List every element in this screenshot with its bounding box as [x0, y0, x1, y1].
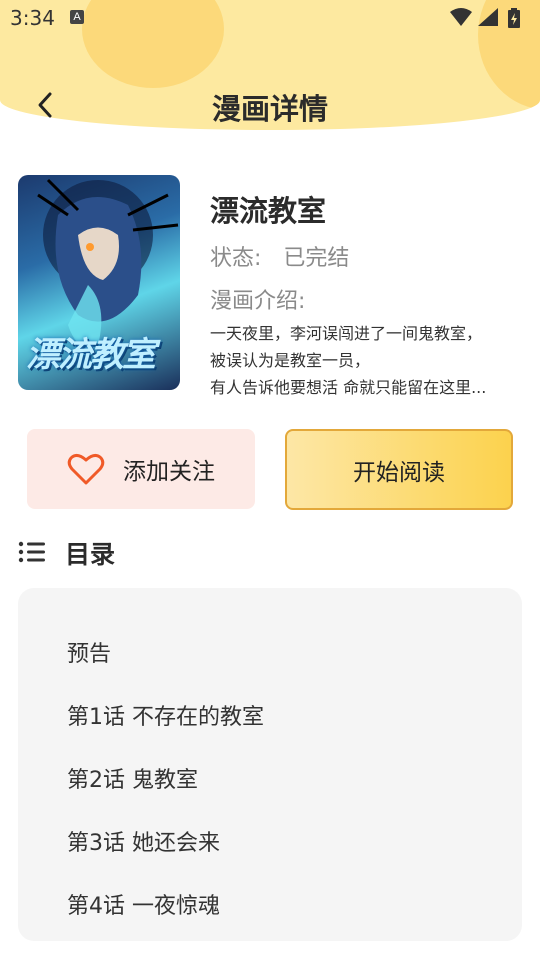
cover-title: 漂流教室 [26, 335, 156, 375]
catalog-title: 目录 [65, 540, 116, 569]
page-title: 漫画详情 [211, 92, 328, 126]
status-bar: 3:34 A [0, 0, 540, 36]
chapter-list: 预告 第1话 不存在的教室 第2话 鬼教室 第3话 她还会来 第4话 一夜惊魂 [18, 588, 522, 941]
notification-icon: A [70, 10, 84, 24]
chapter-item[interactable]: 第2话 鬼教室 [67, 762, 198, 794]
intro-label: 漫画介绍: [210, 289, 306, 314]
intro-text: 一天夜里，李河误闯进了一间鬼教室， 被误认为是教室一员， 有人告诉他要想活 命就… [210, 320, 520, 401]
chapter-item[interactable]: 第4话 一夜惊魂 [67, 888, 220, 920]
list-icon [18, 541, 45, 563]
chapter-item[interactable]: 预告 [67, 636, 111, 668]
chapter-item[interactable]: 第1话 不存在的教室 [67, 699, 264, 731]
follow-label: 添加关注 [123, 459, 215, 485]
status-label: 状态: [210, 246, 262, 271]
comic-cover[interactable]: 漂流教室 [18, 175, 180, 390]
status-time: 3:34 [10, 6, 55, 30]
intro-line: 有人告诉他要想活 命就只能留在这里... [210, 378, 487, 397]
intro-line: 一天夜里，李河误闯进了一间鬼教室， [210, 324, 483, 343]
start-reading-button[interactable]: 开始阅读 [285, 429, 513, 510]
intro-line: 被误认为是教室一员， [210, 351, 371, 370]
status-icons [450, 8, 530, 28]
comic-status: 状态: 已完结 [210, 240, 371, 272]
heart-icon [67, 453, 105, 485]
read-label: 开始阅读 [353, 459, 445, 486]
signal-icon [478, 8, 498, 26]
chapter-item[interactable]: 第3话 她还会来 [67, 825, 220, 857]
battery-icon [508, 8, 520, 28]
wifi-icon [450, 8, 472, 26]
follow-button[interactable]: 添加关注 [27, 429, 255, 509]
status-value: 已完结 [283, 246, 350, 271]
comic-name: 漂流教室 [210, 194, 327, 228]
